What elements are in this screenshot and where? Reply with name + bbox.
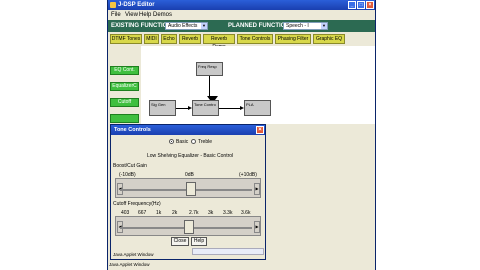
planned-functions-select[interactable]: Speech - I ▼ xyxy=(283,22,328,30)
dialog-title: Tone Controls xyxy=(114,127,151,133)
cutoff-frequency-label: Cutoff Frequency(Hz) xyxy=(113,201,161,207)
menu-demos[interactable]: Demos xyxy=(153,10,172,20)
side-extra-button[interactable] xyxy=(110,114,139,123)
tab-reverb-demo[interactable]: Reverb Demo xyxy=(203,34,235,50)
tone-controls-dialog: Tone Controls × Basic Treble Low Shelvin… xyxy=(110,124,266,260)
pla-block[interactable]: PLA xyxy=(244,100,271,116)
pla-label: PLA xyxy=(246,102,254,107)
functions-bar: EXISTING FUNCTIONS Audio Effects ▼ PLANN… xyxy=(108,20,375,32)
tab-dtmf-tones[interactable]: DTMF Tones xyxy=(110,34,142,44)
block-diagram-canvas[interactable]: EQ Cont. EqualizerC Cutoff Freq Resp Sig… xyxy=(108,46,375,124)
menu-bar: File View Help Demos xyxy=(108,10,375,20)
existing-functions-select[interactable]: Audio Effects ▼ xyxy=(165,22,208,30)
wire-tone-pla xyxy=(219,108,240,109)
close-button[interactable]: Close xyxy=(171,237,189,246)
eq-cont-button[interactable]: EQ Cont. xyxy=(110,66,139,75)
maximize-button[interactable]: □ xyxy=(357,1,365,9)
tab-echo[interactable]: Echo xyxy=(161,34,177,44)
menu-file[interactable]: File xyxy=(111,10,121,20)
freq-resp-label: Freq Resp xyxy=(198,64,217,69)
applet-status-text: Java Applet Window xyxy=(109,262,150,267)
slider-right-arrow-icon[interactable]: ▶ xyxy=(254,221,260,233)
tab-graphic-eq[interactable]: Graphic EQ xyxy=(313,34,345,44)
close-window-button[interactable]: × xyxy=(366,1,374,9)
chevron-down-icon: ▼ xyxy=(201,23,207,29)
cutoff-frequency-slider[interactable]: ◀ ▶ xyxy=(115,216,261,236)
tab-tone-controls[interactable]: Tone Controls xyxy=(237,34,273,44)
menu-view[interactable]: View xyxy=(125,10,138,20)
boost-cut-label: Boost/Cut Gain xyxy=(113,163,147,169)
planned-functions-value: Speech - I xyxy=(286,23,309,29)
slider-thumb[interactable] xyxy=(184,220,194,234)
freq-resp-block[interactable]: Freq Resp xyxy=(196,62,223,76)
dialog-heading: Low Shelving Equalizer - Basic Control xyxy=(147,153,234,159)
radio-basic-label: Basic xyxy=(176,139,189,145)
tone-control-label: Tone Contro xyxy=(194,102,216,107)
arrow-right-icon xyxy=(188,106,192,110)
sig-gen-block[interactable]: Sig Gen xyxy=(149,100,176,116)
sig-gen-label: Sig Gen xyxy=(151,102,166,107)
tab-phasing-filter[interactable]: Phasing Filter xyxy=(275,34,311,44)
dialog-titlebar: Tone Controls × xyxy=(111,125,265,135)
window-titlebar: J-DSP Editor _ □ × xyxy=(108,0,375,10)
radio-treble-label: Treble xyxy=(198,139,212,145)
arrow-down-icon xyxy=(207,96,218,101)
tab-midi[interactable]: MIDI xyxy=(144,34,159,44)
radio-treble[interactable] xyxy=(191,139,196,144)
arrow-right-icon xyxy=(240,106,244,110)
wire-tone-freqresp xyxy=(209,76,210,96)
app-icon xyxy=(110,2,116,8)
tone-control-block[interactable]: Tone Contro xyxy=(192,100,219,116)
wire-siggen-tone xyxy=(176,108,188,109)
window-title: J-DSP Editor xyxy=(118,2,155,8)
side-button-panel: EQ Cont. EqualizerC Cutoff xyxy=(108,46,141,124)
cutoff-button[interactable]: Cutoff xyxy=(110,98,139,107)
existing-functions-value: Audio Effects xyxy=(168,23,198,29)
dialog-close-icon[interactable]: × xyxy=(256,126,264,134)
function-tab-bar: DTMF Tones MIDI Echo Reverb Reverb Demo … xyxy=(108,32,375,50)
tab-reverb[interactable]: Reverb xyxy=(179,34,201,44)
dialog-status-text: Java Applet Window xyxy=(113,252,154,257)
slider-right-arrow-icon[interactable]: ▶ xyxy=(254,183,260,195)
horizontal-scrollbar[interactable] xyxy=(192,248,264,255)
chevron-down-icon: ▼ xyxy=(321,23,327,29)
menu-help[interactable]: Help xyxy=(139,10,151,20)
equalizer-button[interactable]: EqualizerC xyxy=(110,82,139,91)
minimize-button[interactable]: _ xyxy=(348,1,356,9)
radio-basic[interactable] xyxy=(169,139,174,144)
boost-cut-slider[interactable]: ◀ ▶ xyxy=(115,178,261,198)
help-button[interactable]: Help xyxy=(191,237,207,246)
slider-thumb[interactable] xyxy=(186,182,196,196)
